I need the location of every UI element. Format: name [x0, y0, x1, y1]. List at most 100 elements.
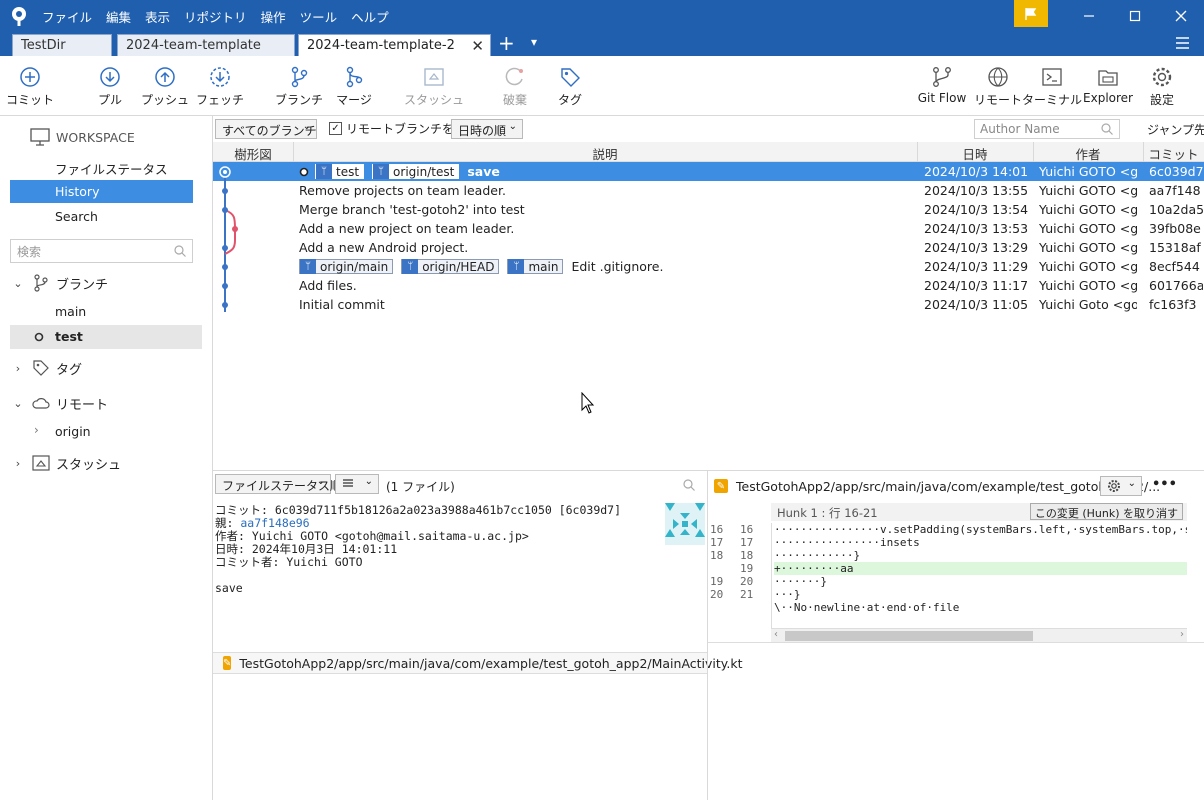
diff-line: \··No·newline·at·end·of·file — [708, 601, 1187, 614]
commit-hash: 6c039d7 — [1149, 164, 1203, 179]
search-icon[interactable] — [683, 479, 695, 491]
menu-file[interactable]: ファイル — [42, 7, 92, 26]
parent-link[interactable]: aa7f148e96 — [240, 516, 309, 530]
sidebar-search-input[interactable]: 検索 — [10, 239, 193, 263]
chevron-right-icon: › — [15, 361, 21, 375]
commit-row[interactable]: Add a new Android project. 2024/10/3 13:… — [213, 238, 1204, 257]
menu-edit[interactable]: 編集 — [106, 7, 131, 26]
column-graph[interactable]: 樹形図 — [213, 144, 293, 163]
tag-button[interactable]: タグ — [540, 64, 600, 112]
terminal-button[interactable]: ターミナル — [1022, 64, 1082, 112]
file-sort-dropdown[interactable]: ファイルステータス順 ⌄ — [215, 474, 342, 494]
close-window-button[interactable] — [1158, 0, 1204, 32]
commit-author: Yuichi Goto <gotoh@mail.saitama-u.ac.jp> — [1039, 297, 1137, 312]
commit-date: 2024/10/3 13:54 — [924, 202, 1029, 217]
column-commit[interactable]: コミット — [1143, 144, 1204, 163]
menu-help[interactable]: ヘルプ — [351, 7, 389, 26]
diff-line: 16 16 ················v.setPadding(systemB… — [708, 523, 1187, 536]
menu-view[interactable]: 表示 — [145, 7, 170, 26]
settings-button[interactable]: 設定 — [1132, 64, 1192, 112]
push-label: プッシュ — [140, 93, 189, 107]
history-panel: すべてのブランチ ⌄ ✓ リモートブランチを表示 日時の順 ⌄ Author N… — [213, 116, 1204, 470]
diff-options-dropdown[interactable]: ⌄ — [1100, 476, 1142, 496]
sidebar-group-tags[interactable]: › タグ — [10, 357, 82, 379]
new-tab-button[interactable]: + — [498, 31, 515, 55]
sidebar-group-branches[interactable]: ⌄ ブランチ — [10, 272, 108, 294]
commit-row[interactable]: ᛘ origin/main ᛘ origin/HEAD ᛘ main Edit .gi… — [213, 257, 1204, 276]
sidebar-search-placeholder: 検索 — [17, 245, 42, 259]
sidebar-branch-test[interactable]: test — [10, 325, 202, 349]
scrollbar-thumb[interactable] — [785, 631, 1033, 641]
sidebar-branch-main[interactable]: main — [10, 300, 202, 324]
order-dropdown[interactable]: 日時の順 ⌄ — [451, 119, 523, 139]
sidebar-group-stashes[interactable]: › スタッシュ — [10, 452, 121, 474]
tab-2024-team-template[interactable]: 2024-team-template — [117, 34, 295, 56]
remote-label: リモート — [973, 93, 1022, 107]
list-view-icon — [343, 479, 353, 487]
sidebar-remote-origin[interactable]: › origin — [10, 420, 202, 444]
maximize-button[interactable] — [1112, 0, 1158, 32]
author-filter-input[interactable]: Author Name — [974, 119, 1120, 139]
diff-code: ············} — [774, 549, 861, 562]
commit-row[interactable]: Remove projects on team leader. 2024/10/… — [213, 181, 1204, 200]
fetch-button[interactable]: フェッチ — [190, 64, 250, 112]
tab-list-dropdown[interactable]: ▾ — [531, 35, 537, 49]
merge-button[interactable]: マージ — [324, 64, 384, 112]
stash-icon — [424, 68, 444, 86]
flag-button[interactable] — [1014, 0, 1048, 27]
branch-filter-dropdown[interactable]: すべてのブランチ ⌄ — [215, 119, 317, 139]
sidebar-item-search[interactable]: Search — [10, 205, 193, 228]
pull-button[interactable]: プル — [80, 64, 140, 112]
horizontal-scrollbar[interactable]: ‹ › — [771, 628, 1187, 642]
discard-button[interactable]: 破棄 — [485, 64, 545, 112]
sidebar-item-file-status[interactable]: ファイルステータス — [10, 155, 193, 178]
commit-label: コミット — [5, 93, 54, 107]
view-mode-dropdown[interactable]: ⌄ — [335, 474, 379, 494]
commit-hash: 601766a — [1149, 278, 1203, 293]
order-value: 日時の順 — [458, 124, 507, 138]
commit-row[interactable]: Add files. 2024/10/3 11:17 Yuichi GOTO <… — [213, 276, 1204, 295]
discard-hunk-button[interactable]: この変更 (Hunk) を取り消す — [1029, 503, 1183, 520]
commit-row[interactable]: ᛘ test ᛘ origin/test save 2024/10/3 14:01 … — [213, 162, 1204, 181]
commit-author: Yuichi GOTO <gotoh@mail.saitama-u.ac.jp> — [1039, 259, 1137, 274]
commit-description: Add a new Android project. — [299, 240, 468, 255]
column-description[interactable]: 説明 — [293, 144, 917, 163]
new-line-number: 20 — [740, 575, 754, 588]
ref-name: origin/test — [393, 164, 455, 179]
commit-row[interactable]: Initial commit 2024/10/3 11:05 Yuichi Go… — [213, 295, 1204, 314]
branch-button[interactable]: ブランチ — [269, 64, 329, 112]
explorer-button[interactable]: Explorer — [1078, 64, 1138, 112]
hamburger-menu-icon[interactable] — [1175, 36, 1190, 50]
column-date[interactable]: 日時 — [917, 144, 1033, 163]
commit-description: Merge branch 'test-gotoh2' into test — [299, 202, 525, 217]
tab-testdir[interactable]: TestDir — [12, 34, 112, 56]
changed-file-row[interactable]: ✎ TestGotohApp2/app/src/main/java/com/ex… — [213, 652, 743, 674]
commit-button[interactable]: コミット — [0, 64, 60, 112]
push-button[interactable]: プッシュ — [135, 64, 195, 112]
sidebar-group-remotes[interactable]: ⌄ リモート — [10, 392, 108, 414]
ref-name: test — [336, 164, 360, 179]
remote-button[interactable]: リモート — [968, 64, 1028, 112]
vertical-scrollbar[interactable] — [1187, 501, 1204, 801]
scroll-right-icon[interactable]: › — [1180, 629, 1184, 640]
flag-icon — [1025, 7, 1037, 20]
column-author[interactable]: 作者 — [1033, 144, 1143, 163]
diff-line-added: 19 +·········aa — [708, 562, 1187, 575]
scroll-left-icon[interactable]: ‹ — [774, 629, 778, 640]
gitflow-button[interactable]: Git Flow — [912, 64, 972, 112]
commit-row[interactable]: Merge branch 'test-gotoh2' into test 202… — [213, 200, 1204, 219]
sidebar-item-history[interactable]: History — [10, 180, 193, 203]
tab-close-icon[interactable]: ✕ — [471, 37, 484, 55]
minimize-button[interactable] — [1066, 0, 1112, 32]
stash-button[interactable]: スタッシュ — [404, 64, 464, 112]
menu-tools[interactable]: ツール — [300, 7, 338, 26]
commit-row[interactable]: Add a new project on team leader. 2024/1… — [213, 219, 1204, 238]
graph-node — [222, 283, 228, 289]
more-options-icon[interactable]: ••• — [1152, 477, 1177, 492]
menu-repository[interactable]: リポジトリ — [184, 7, 247, 26]
commit-description: ᛘ test ᛘ origin/test save — [299, 164, 500, 179]
menu-actions[interactable]: 操作 — [261, 7, 286, 26]
workspace-label: WORKSPACE — [56, 129, 135, 145]
tab-2024-team-template-2[interactable]: 2024-team-template-2 ✕ — [298, 34, 491, 56]
commit-author: Yuichi GOTO <gotoh@mail.saitama-u.ac.jp> — [1039, 183, 1137, 198]
